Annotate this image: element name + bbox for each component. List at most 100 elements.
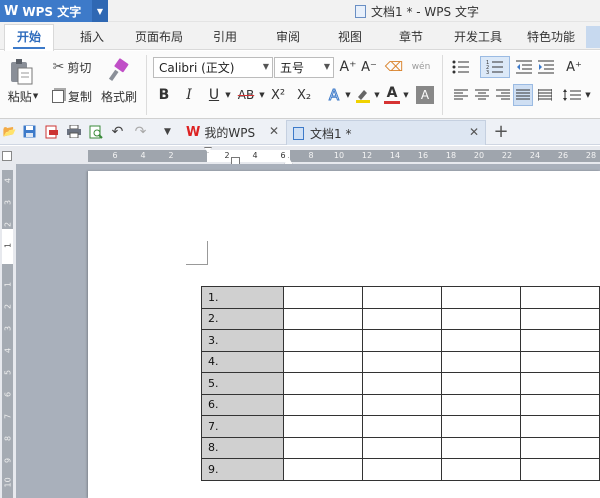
table-cell[interactable]: [440, 329, 521, 352]
table-cell[interactable]: [519, 286, 600, 309]
table-cell[interactable]: [361, 329, 442, 352]
align-right-icon[interactable]: [494, 86, 512, 104]
print-preview-icon[interactable]: [88, 124, 103, 139]
table-cell[interactable]: [519, 415, 600, 438]
table-cell[interactable]: [519, 329, 600, 352]
table-cell-number[interactable]: 3.: [201, 329, 284, 352]
table-cell[interactable]: [519, 436, 600, 459]
numbered-list-icon[interactable]: 123: [480, 56, 510, 78]
table-cell[interactable]: [282, 350, 363, 373]
table-cell-number[interactable]: 1.: [201, 286, 284, 309]
table-cell[interactable]: [361, 350, 442, 373]
table-cell-number[interactable]: 5.: [201, 372, 284, 395]
table-cell-number[interactable]: 8.: [201, 436, 284, 459]
font-size-select[interactable]: 五号 ▼: [274, 57, 334, 78]
table-cell[interactable]: [282, 307, 363, 330]
table-cell[interactable]: [282, 372, 363, 395]
chevron-down-icon[interactable]: ▼: [372, 86, 382, 104]
line-spacing-icon[interactable]: [561, 86, 583, 104]
shrink-font-button[interactable]: A⁻: [359, 58, 379, 76]
table-cell[interactable]: [519, 372, 600, 395]
table-cell[interactable]: [440, 458, 521, 481]
table-cell[interactable]: [361, 436, 442, 459]
table-cell[interactable]: [361, 393, 442, 416]
text-effect-icon[interactable]: A: [324, 86, 344, 105]
app-menu-dropdown-icon[interactable]: ▼: [92, 0, 108, 22]
font-color-button[interactable]: A: [384, 84, 400, 104]
cut-button[interactable]: ✂ 剪切: [47, 58, 97, 76]
table-cell[interactable]: [440, 307, 521, 330]
close-icon[interactable]: ✕: [469, 125, 479, 139]
distributed-align-icon[interactable]: [536, 86, 554, 104]
table-cell[interactable]: [361, 458, 442, 481]
doc-tab-my-wps[interactable]: W 我的WPS ✕: [180, 121, 285, 144]
table-cell[interactable]: [440, 415, 521, 438]
subscript-button[interactable]: X₂: [294, 86, 314, 104]
tab-start[interactable]: 开始: [4, 24, 54, 51]
table-cell-number[interactable]: 2.: [201, 307, 284, 330]
highlight-icon[interactable]: [354, 86, 372, 104]
table-cell[interactable]: [440, 393, 521, 416]
table-cell-number[interactable]: 6.: [201, 393, 284, 416]
chevron-down-icon[interactable]: ▼: [257, 86, 267, 104]
italic-button[interactable]: I: [180, 86, 198, 104]
tab-insert[interactable]: 插入: [72, 26, 112, 48]
table-cell[interactable]: [361, 286, 442, 309]
table-cell[interactable]: [440, 286, 521, 309]
tab-view[interactable]: 视图: [330, 26, 370, 48]
align-left-icon[interactable]: [452, 86, 470, 104]
new-tab-icon[interactable]: +: [491, 120, 511, 142]
table-cell[interactable]: [361, 307, 442, 330]
table-cell[interactable]: [519, 307, 600, 330]
export-pdf-icon[interactable]: [44, 124, 59, 139]
paste-icon[interactable]: [6, 57, 36, 87]
character-shading-icon[interactable]: A: [416, 86, 434, 104]
undo-icon[interactable]: ↶: [110, 124, 125, 140]
chevron-down-icon[interactable]: ▼: [583, 86, 593, 104]
print-icon[interactable]: [66, 124, 81, 139]
bullet-list-icon[interactable]: [450, 58, 472, 76]
table-cell[interactable]: [282, 415, 363, 438]
table-cell[interactable]: [440, 350, 521, 373]
table-cell[interactable]: [519, 350, 600, 373]
superscript-button[interactable]: X²: [268, 86, 288, 104]
table-cell[interactable]: [282, 329, 363, 352]
justify-icon[interactable]: [513, 84, 533, 106]
table-cell[interactable]: [519, 393, 600, 416]
table-cell[interactable]: [282, 286, 363, 309]
chevron-down-icon[interactable]: ▼: [401, 86, 411, 104]
format-painter-button[interactable]: 格式刷: [99, 88, 139, 104]
grow-font-button[interactable]: A⁺: [338, 58, 358, 76]
align-center-icon[interactable]: [473, 86, 491, 104]
clear-format-icon[interactable]: ⌫: [384, 58, 404, 76]
redo-icon[interactable]: ↷: [133, 124, 148, 140]
open-folder-icon[interactable]: 📂: [2, 124, 17, 139]
table-cell[interactable]: [361, 415, 442, 438]
underline-button[interactable]: U: [205, 86, 223, 104]
tab-review[interactable]: 审阅: [268, 26, 308, 48]
close-icon[interactable]: ✕: [269, 124, 279, 138]
table-cell-number[interactable]: 4.: [201, 350, 284, 373]
phonetic-guide-button[interactable]: wén: [408, 57, 434, 77]
chevron-down-icon[interactable]: ▼: [223, 86, 233, 104]
table-cell[interactable]: [361, 372, 442, 395]
paste-button[interactable]: 粘贴 ▼: [3, 88, 43, 104]
increase-indent-icon[interactable]: [536, 58, 556, 76]
table-cell[interactable]: [282, 458, 363, 481]
table-cell[interactable]: [519, 458, 600, 481]
app-menu-button[interactable]: W WPS 文字 ▼: [0, 0, 108, 22]
table-cell[interactable]: [440, 372, 521, 395]
format-painter-icon[interactable]: [104, 56, 134, 84]
table-cell-number[interactable]: 7.: [201, 415, 284, 438]
tab-stop-selector[interactable]: [2, 151, 12, 161]
table-cell-number[interactable]: 9.: [201, 458, 284, 481]
customize-toolbar-icon[interactable]: ▼: [160, 124, 175, 139]
table-cell[interactable]: [282, 436, 363, 459]
strikethrough-button[interactable]: AB: [234, 86, 258, 104]
tab-page-layout[interactable]: 页面布局: [128, 26, 190, 48]
doc-tab-document1[interactable]: 文档1 * ✕: [286, 120, 486, 145]
chevron-down-icon[interactable]: ▼: [343, 86, 353, 104]
tab-developer[interactable]: 开发工具: [448, 26, 508, 48]
tab-references[interactable]: 引用: [205, 26, 245, 48]
font-name-select[interactable]: Calibri (正文) ▼: [153, 57, 273, 78]
